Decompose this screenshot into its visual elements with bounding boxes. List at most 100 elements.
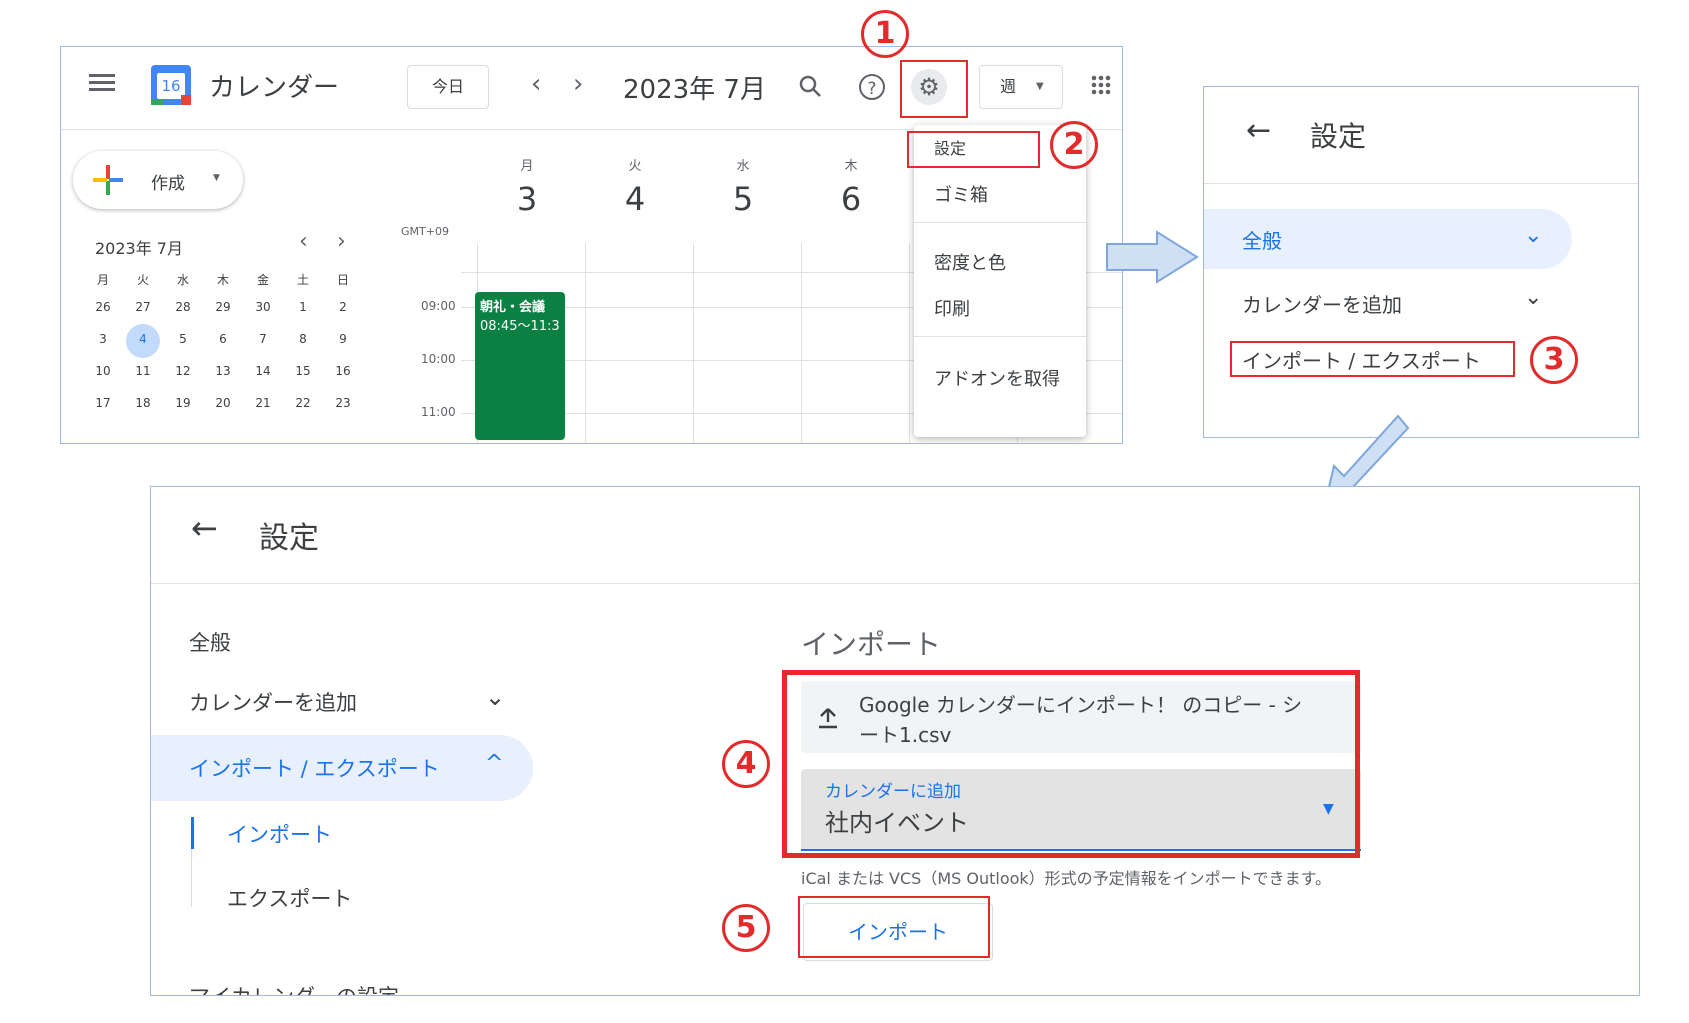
nav-import[interactable]: インポート xyxy=(227,819,332,849)
settings-title: 設定 xyxy=(1310,120,1367,153)
main-menu-icon[interactable] xyxy=(89,71,115,93)
view-label: 週 xyxy=(1000,77,1017,96)
mini-day[interactable]: 28 xyxy=(168,300,198,314)
nav-general-label: 全般 xyxy=(1242,229,1282,253)
annotation-1-label: 1 xyxy=(874,16,896,51)
menu-item-addons[interactable]: アドオンを取得 xyxy=(914,365,1086,391)
settings-sidebar-screenshot: ← 設定 全般 ⌄ カレンダーを追加 ⌄ インポート / エクスポート xyxy=(1203,86,1639,438)
mini-day[interactable]: 21 xyxy=(248,396,278,410)
menu-item-density[interactable]: 密度と色 xyxy=(914,249,1086,275)
mini-day[interactable]: 14 xyxy=(248,364,278,378)
nav-add-calendar[interactable]: カレンダーを追加 ⌄ xyxy=(189,683,509,727)
day-header-wed[interactable]: 水 5 xyxy=(693,155,793,218)
mini-day[interactable]: 9 xyxy=(328,332,358,346)
weekday: 土 xyxy=(296,273,309,287)
annotation-1: 1 xyxy=(861,10,909,58)
view-selector[interactable]: 週 ▼ xyxy=(979,65,1063,109)
nav-my-calendars[interactable]: マイカレンダーの設定 xyxy=(189,981,399,995)
weekday-label: 月 xyxy=(520,159,534,174)
annotation-5: 5 xyxy=(722,904,770,952)
mini-day[interactable]: 15 xyxy=(288,364,318,378)
time-label: 09:00 xyxy=(421,299,456,313)
mini-day[interactable]: 19 xyxy=(168,396,198,410)
apps-grid-icon[interactable] xyxy=(1091,75,1111,95)
mini-day[interactable]: 5 xyxy=(168,332,198,346)
nav-general[interactable]: 全般 ⌄ xyxy=(1204,209,1572,269)
create-button[interactable]: 作成 ▼ xyxy=(73,151,243,209)
day-header-mon[interactable]: 月 3 xyxy=(477,155,577,218)
mini-day[interactable]: 29 xyxy=(208,300,238,314)
mini-day[interactable]: 22 xyxy=(288,396,318,410)
next-week-icon[interactable]: › xyxy=(573,69,583,99)
mini-day[interactable]: 1 xyxy=(288,300,318,314)
help-icon[interactable]: ? xyxy=(859,74,885,100)
back-arrow-icon[interactable]: ← xyxy=(191,509,218,547)
weekday-label: 火 xyxy=(628,159,642,174)
nav-import-export[interactable]: インポート / エクスポート ^ xyxy=(151,735,533,801)
chevron-down-icon: ⌄ xyxy=(1524,285,1543,310)
timezone-label: GMT+09 xyxy=(401,225,449,238)
mini-day[interactable]: 2 xyxy=(328,300,358,314)
mini-day[interactable]: 30 xyxy=(248,300,278,314)
create-dropdown-icon: ▼ xyxy=(213,173,220,183)
arrow-right-icon xyxy=(1106,230,1199,284)
day-header-thu[interactable]: 木 6 xyxy=(801,155,901,218)
calendar-event[interactable]: 朝礼・会議 08:45〜11:3 xyxy=(475,292,565,440)
weekday: 水 xyxy=(176,273,189,287)
date-label: 4 xyxy=(624,180,646,218)
chevron-down-icon: ⌄ xyxy=(1524,223,1543,248)
time-label: 11:00 xyxy=(421,405,456,419)
mini-day[interactable]: 18 xyxy=(128,396,158,410)
mini-week-row: 26 27 28 29 30 1 2 xyxy=(85,300,375,328)
annotation-4-label: 4 xyxy=(735,746,757,781)
highlight-import-form xyxy=(782,670,1360,858)
back-arrow-icon[interactable]: ← xyxy=(1246,113,1271,148)
import-helper-text: iCal または VCS（MS Outlook）形式の予定情報をインポートできま… xyxy=(801,869,1332,888)
menu-item-print[interactable]: 印刷 xyxy=(914,295,1086,321)
mini-day[interactable]: 7 xyxy=(248,332,278,346)
mini-day[interactable]: 16 xyxy=(328,364,358,378)
mini-day[interactable]: 17 xyxy=(88,396,118,410)
annotation-5-label: 5 xyxy=(735,910,757,945)
mini-day[interactable]: 6 xyxy=(208,332,238,346)
highlight-import-button xyxy=(798,896,990,958)
mini-weekday-row: 月 火 水 木 金 土 日 xyxy=(85,271,375,299)
mini-day[interactable]: 8 xyxy=(288,332,318,346)
menu-item-trash[interactable]: ゴミ箱 xyxy=(914,181,1086,207)
chevron-up-icon: ^ xyxy=(485,751,504,776)
prev-week-icon[interactable]: ‹ xyxy=(531,69,541,99)
mini-day[interactable]: 10 xyxy=(88,364,118,378)
mini-day[interactable]: 26 xyxy=(88,300,118,314)
date-label: 3 xyxy=(516,180,538,218)
mini-day[interactable]: 11 xyxy=(128,364,158,378)
mini-day[interactable]: 3 xyxy=(88,332,118,346)
weekday: 木 xyxy=(216,273,229,287)
app-title: カレンダー xyxy=(209,73,340,103)
mini-next-icon[interactable]: › xyxy=(337,229,346,254)
nav-export[interactable]: エクスポート xyxy=(227,883,352,913)
settings-title: 設定 xyxy=(259,521,319,556)
highlight-settings-item xyxy=(907,131,1040,168)
nav-add-calendar[interactable]: カレンダーを追加 ⌄ xyxy=(1204,273,1572,329)
annotation-4: 4 xyxy=(722,740,770,788)
mini-day[interactable]: 23 xyxy=(328,396,358,410)
settings-menu: 設定 ゴミ箱 密度と色 印刷 アドオンを取得 xyxy=(914,125,1086,437)
time-label: 10:00 xyxy=(421,352,456,366)
nav-general[interactable]: 全般 xyxy=(189,627,231,657)
mini-day[interactable]: 20 xyxy=(208,396,238,410)
mini-day[interactable]: 27 xyxy=(128,300,158,314)
day-header-tue[interactable]: 火 4 xyxy=(585,155,685,218)
mini-calendar-title: 2023年 7月 xyxy=(95,239,183,258)
today-button[interactable]: 今日 xyxy=(407,65,489,109)
create-label: 作成 xyxy=(151,174,185,194)
mini-day-selected[interactable]: 4 xyxy=(128,332,158,346)
mini-prev-icon[interactable]: ‹ xyxy=(299,229,308,254)
search-icon[interactable] xyxy=(799,75,821,97)
weekday-label: 木 xyxy=(844,159,858,174)
mini-day[interactable]: 13 xyxy=(208,364,238,378)
nav-add-calendar-label: カレンダーを追加 xyxy=(189,691,357,715)
annotation-3-label: 3 xyxy=(1543,342,1565,377)
weekday-label: 水 xyxy=(736,159,750,174)
highlight-settings-gear xyxy=(900,60,968,118)
mini-day[interactable]: 12 xyxy=(168,364,198,378)
